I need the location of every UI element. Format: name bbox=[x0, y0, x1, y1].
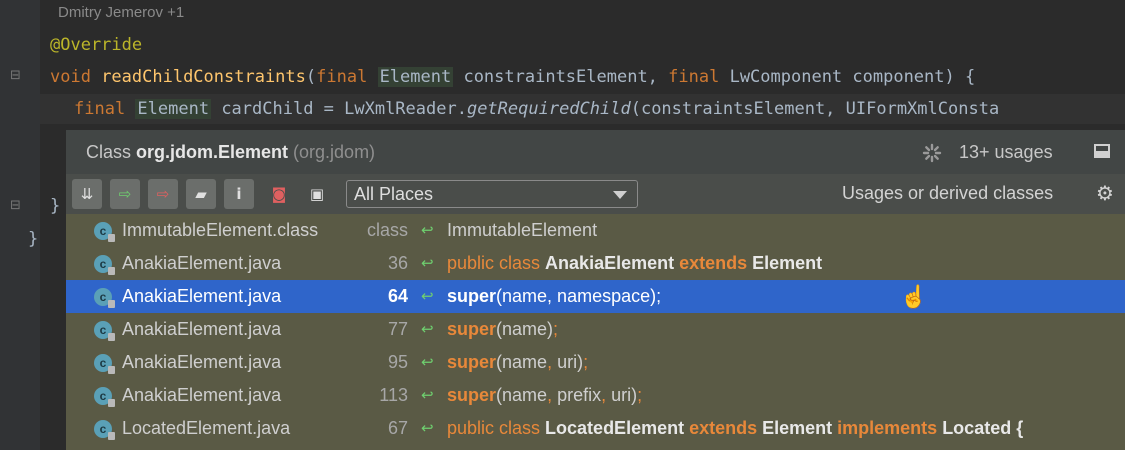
usage-code-snippet: ImmutableElement bbox=[447, 220, 598, 240]
usage-file-name: AnakiaElement.java bbox=[122, 286, 282, 306]
class-file-icon: c bbox=[94, 321, 115, 341]
scope-option-label[interactable]: Usages or derived classes bbox=[842, 183, 1053, 204]
class-file-icon: c bbox=[94, 354, 115, 374]
popup-title: Class org.jdom.Element (org.jdom) bbox=[86, 142, 376, 162]
chevron-down-icon bbox=[613, 191, 627, 199]
usage-row[interactable]: c LocatedElement.java 67 ↩ public class Loca… bbox=[66, 412, 1125, 445]
class-file-icon: c bbox=[94, 222, 115, 242]
usage-line-number: 113 bbox=[379, 385, 408, 405]
usage-code-snippet: super(name); bbox=[447, 319, 559, 339]
code-line-signature: void readChildConstraints(final Element … bbox=[50, 67, 976, 87]
previous-usage-icon[interactable]: ⇨ bbox=[148, 179, 178, 209]
group-by-folder-icon[interactable]: ▰ bbox=[186, 179, 216, 209]
usage-line-number: 67 bbox=[387, 418, 408, 438]
code-editor[interactable]: Dmitry Jemerov +1 @Override void readChi… bbox=[0, 0, 1125, 130]
class-file-icon: c bbox=[94, 288, 115, 308]
usage-code-snippet: super(name, namespace); bbox=[447, 286, 662, 306]
loading-spinner-icon bbox=[922, 143, 942, 163]
popup-toolbar: ⇊ ⇨ ⇨ ▰ i ◙ ▣ All Places Usages or deriv… bbox=[66, 174, 1125, 214]
class-file-icon: c bbox=[94, 387, 115, 407]
closing-brace: } bbox=[50, 196, 61, 216]
usage-code-snippet: super(name, prefix, uri); bbox=[447, 385, 643, 405]
usage-file-name: AnakiaElement.java bbox=[122, 352, 282, 372]
usage-file-name: AnakiaElement.java bbox=[122, 319, 282, 339]
usage-row[interactable]: c AnakiaElement.java 113 ↩ super(name, prefi… bbox=[66, 379, 1125, 412]
preview-icon[interactable]: ▣ bbox=[302, 179, 332, 209]
usage-file-name: LocatedElement.java bbox=[122, 418, 291, 438]
info-icon[interactable]: i bbox=[224, 179, 254, 209]
usages-count: 13+ usages bbox=[959, 142, 1053, 162]
show-usages-popup: Class org.jdom.Element (org.jdom) 13+ us… bbox=[66, 130, 1125, 450]
hand-cursor-icon: ☝ bbox=[900, 284, 928, 309]
usage-row[interactable]: c AnakiaElement.java 95 ↩ super(name, uri); bbox=[66, 346, 1125, 379]
usage-file-name: AnakiaElement.java bbox=[122, 385, 282, 405]
usage-row[interactable]: c AnakiaElement.java 64 ↩ super(name, namesp… bbox=[66, 280, 1125, 313]
usage-file-name: ImmutableElement.class bbox=[122, 220, 319, 240]
usage-row[interactable]: c AnakiaElement.java 77 ↩ super(name); bbox=[66, 313, 1125, 346]
usage-file-name: AnakiaElement.java bbox=[122, 253, 282, 273]
fold-end-icon[interactable]: ⊟ bbox=[10, 199, 22, 212]
scope-select[interactable]: All Places bbox=[346, 180, 638, 208]
usage-code-snippet: super(name, uri); bbox=[447, 352, 589, 372]
class-file-icon: c bbox=[94, 255, 115, 275]
usage-line-number: 64 bbox=[387, 286, 408, 306]
usage-arrow-icon: ↩ bbox=[421, 288, 434, 305]
open-in-tool-window-icon[interactable] bbox=[1094, 144, 1110, 158]
code-line-annotation: @Override bbox=[50, 35, 143, 55]
code-line-body: final Element cardChild = LwXmlReader.ge… bbox=[74, 99, 1000, 119]
usage-arrow-icon: ↩ bbox=[421, 222, 434, 239]
usage-arrow-icon: ↩ bbox=[421, 420, 434, 437]
class-file-icon: c bbox=[94, 420, 115, 440]
author-hint[interactable]: Dmitry Jemerov +1 bbox=[58, 4, 184, 21]
usage-line-number: 36 bbox=[387, 253, 408, 273]
usage-list: c ImmutableElement.class class ↩ ImmutableEl… bbox=[66, 214, 1125, 445]
usage-arrow-icon: ↩ bbox=[421, 255, 434, 272]
usage-code-snippet: public class AnakiaElement extends Eleme… bbox=[447, 253, 823, 273]
closing-brace-outer: } bbox=[28, 229, 39, 249]
next-usage-icon[interactable]: ⇨ bbox=[110, 179, 140, 209]
usage-code-snippet: public class LocatedElement extends Elem… bbox=[447, 418, 1024, 438]
usage-arrow-icon: ↩ bbox=[421, 354, 434, 371]
usage-arrow-icon: ↩ bbox=[421, 387, 434, 404]
usage-arrow-icon: ↩ bbox=[421, 321, 434, 338]
usage-line-number: class bbox=[366, 220, 408, 240]
merge-icon[interactable]: ⇊ bbox=[72, 179, 102, 209]
filter-icon[interactable]: ◙ bbox=[264, 179, 294, 209]
usage-line-number: 77 bbox=[387, 319, 408, 339]
usage-row[interactable]: c ImmutableElement.class class ↩ ImmutableEl… bbox=[66, 214, 1125, 247]
popup-header: Class org.jdom.Element (org.jdom) 13+ us… bbox=[66, 130, 1125, 174]
usage-line-number: 95 bbox=[387, 352, 408, 372]
usage-row[interactable]: c AnakiaElement.java 36 ↩ public class Anaki… bbox=[66, 247, 1125, 280]
gear-icon[interactable]: ⚙ bbox=[1096, 181, 1114, 205]
